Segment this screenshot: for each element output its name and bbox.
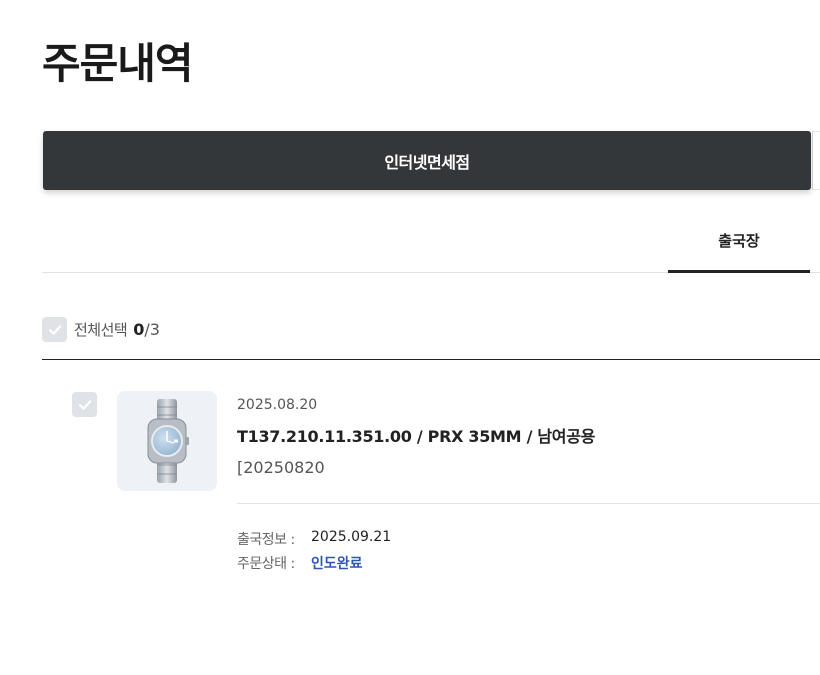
order-status-info: 주문상태 : 인도완료 [237, 553, 363, 573]
product-code: [20250820 [237, 458, 325, 477]
departure-info: 출국정보 : 2025.09.21 [237, 529, 391, 549]
select-all-label: 전체선택 [74, 321, 128, 339]
tab-internet-duty-free[interactable]: 인터넷면세점 [43, 131, 811, 190]
item-divider [237, 503, 820, 504]
list-divider [42, 359, 820, 360]
product-thumbnail[interactable] [117, 391, 217, 491]
next-tab-edge[interactable] [812, 131, 820, 190]
product-name[interactable]: T137.210.11.351.00 / PRX 35MM / 남여공용 [237, 423, 595, 447]
select-all[interactable]: 전체선택 0/3 [42, 317, 160, 342]
selected-count: 0 [133, 320, 145, 339]
status-label: 주문상태 : [237, 556, 295, 572]
store-tab-label: 인터넷면세점 [384, 152, 470, 172]
tab-departure[interactable]: 출국장 [668, 221, 810, 273]
check-icon [48, 325, 61, 335]
page-title: 주문내역 [42, 39, 194, 88]
watch-icon [147, 399, 189, 483]
selection-count: 0/3 [133, 320, 160, 339]
check-icon [78, 400, 91, 410]
sub-tab-label: 출국장 [718, 232, 760, 250]
order-status: 인도완료 [311, 556, 363, 572]
item-checkbox[interactable] [72, 392, 97, 417]
departure-label: 출국정보 : [237, 532, 295, 548]
total-count: /3 [144, 320, 160, 339]
departure-date: 2025.09.21 [311, 529, 392, 545]
order-date: 2025.08.20 [237, 397, 318, 413]
select-all-checkbox[interactable] [42, 317, 67, 342]
